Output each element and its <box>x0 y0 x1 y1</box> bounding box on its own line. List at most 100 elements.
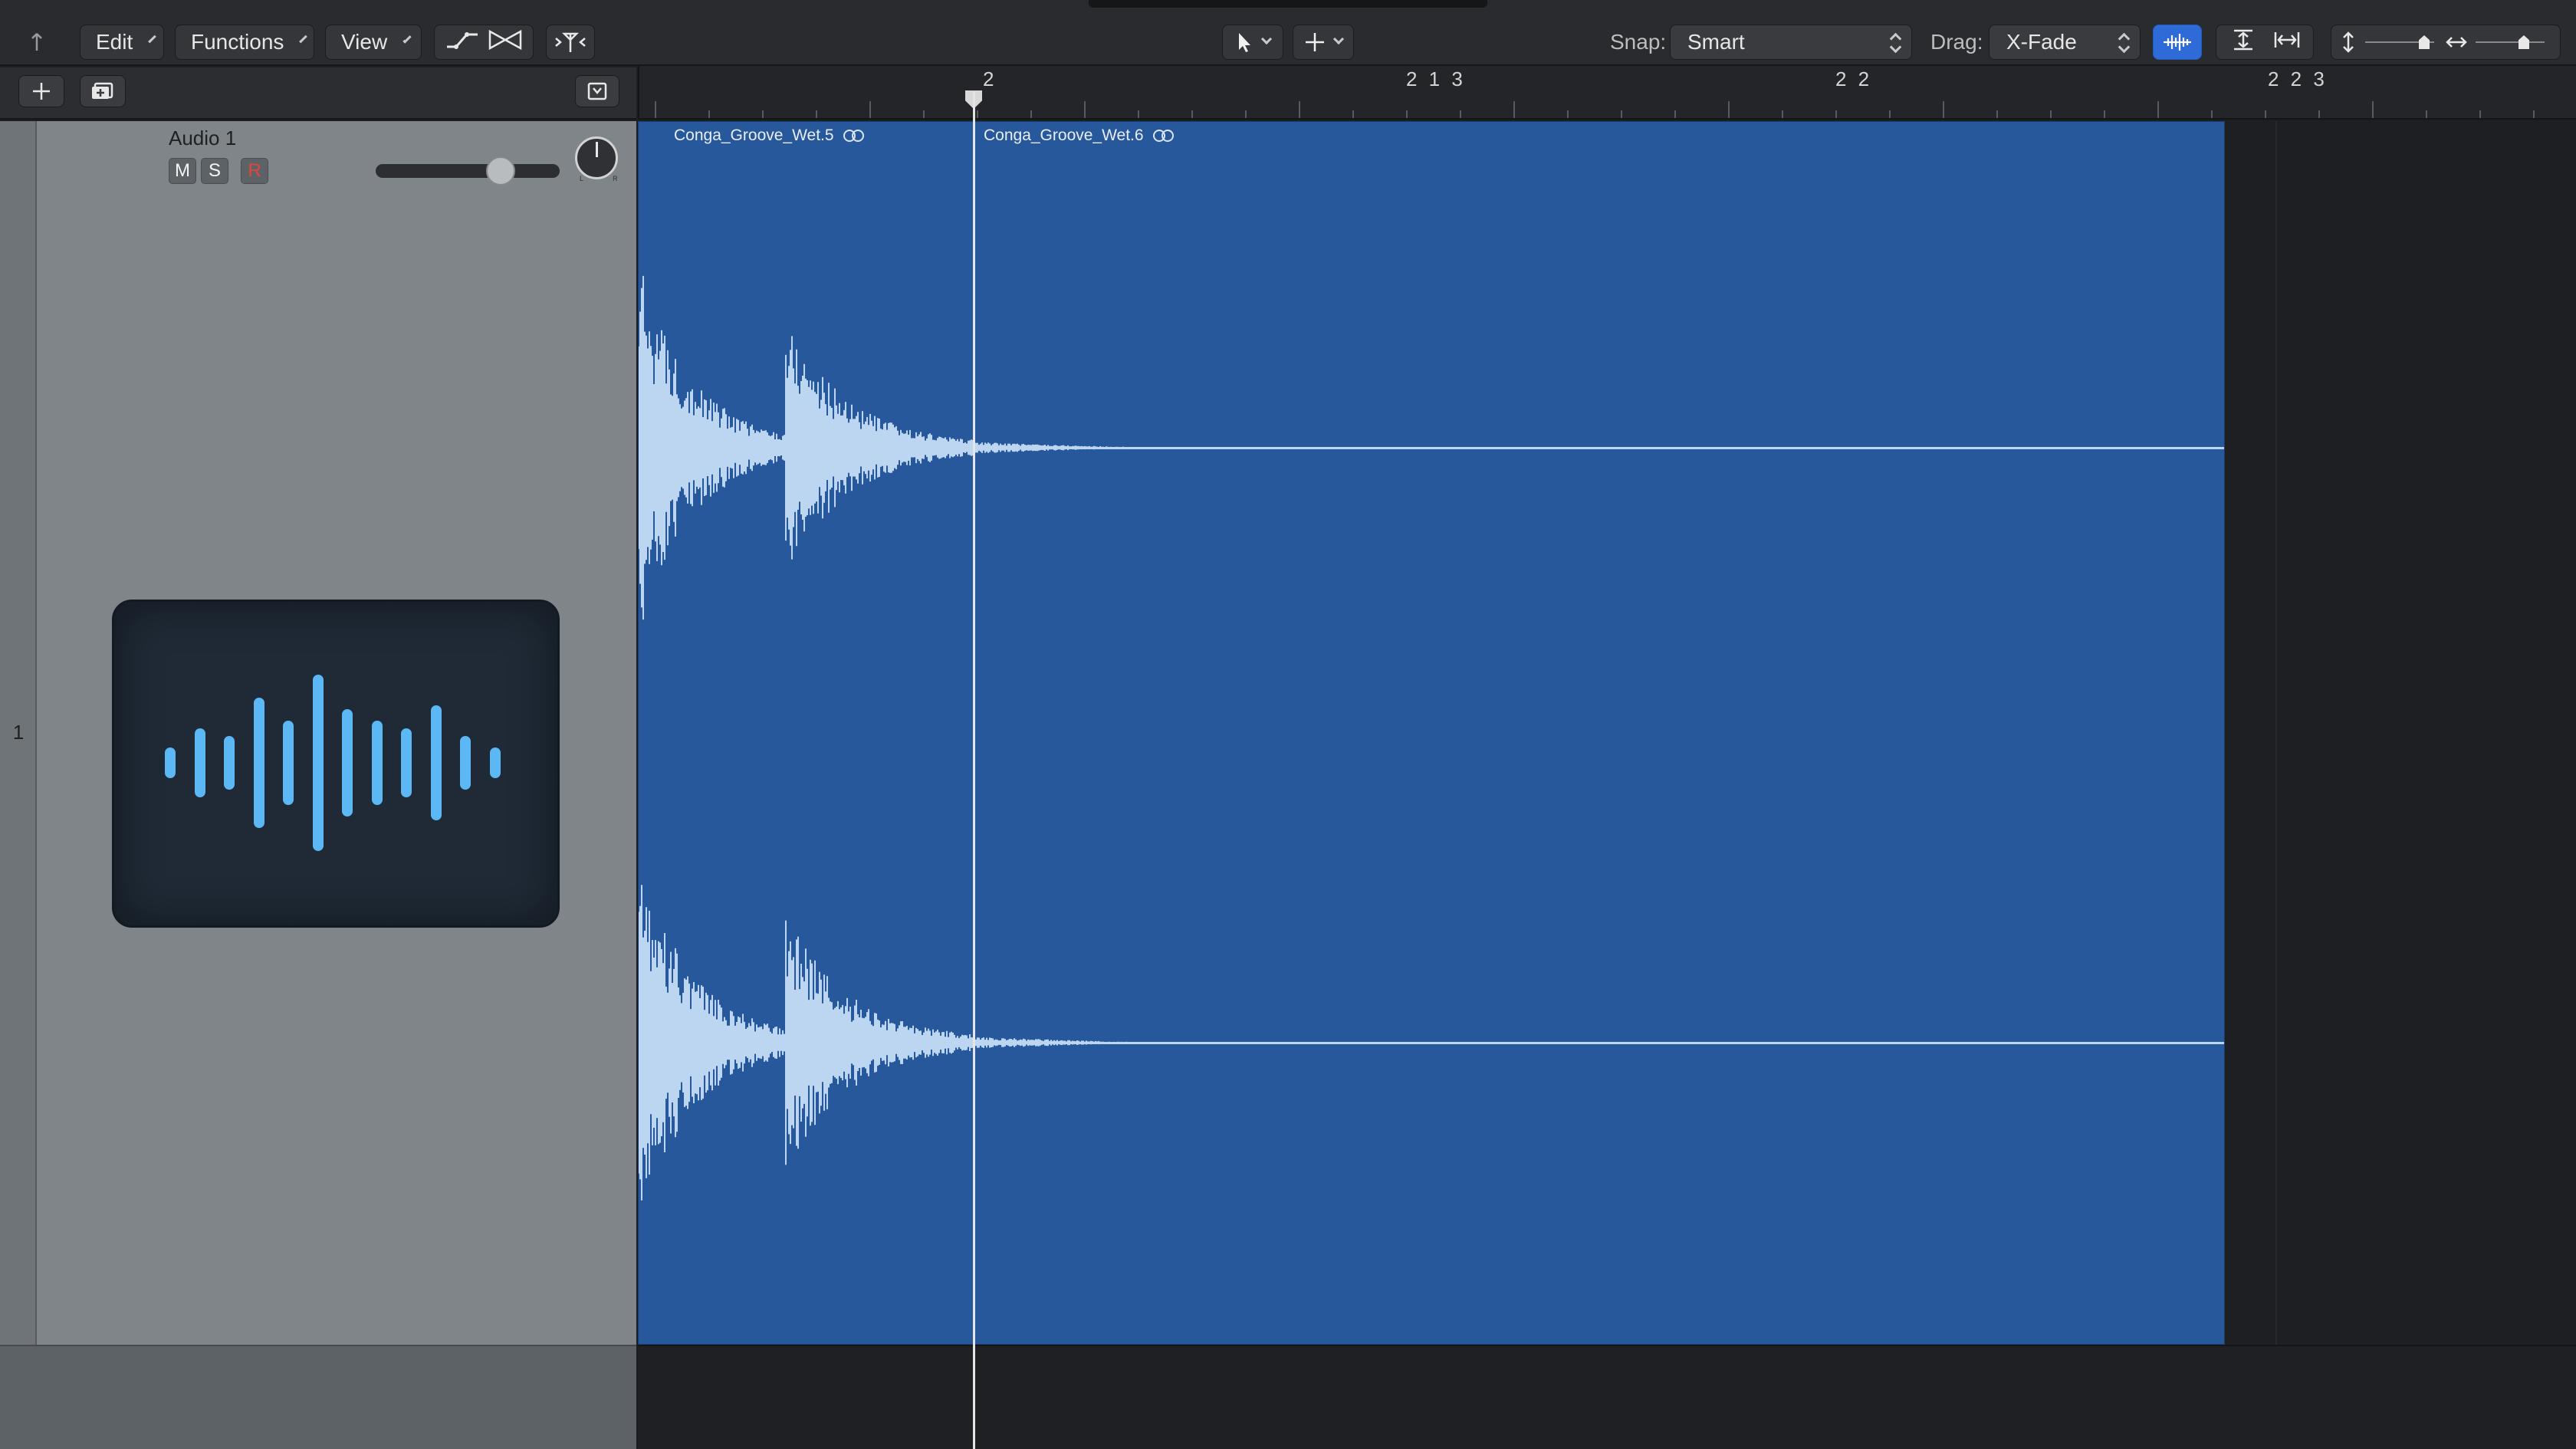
catch-playhead-icon <box>555 32 586 52</box>
pointer-tool-icon <box>1239 33 1250 52</box>
mute-button[interactable]: M <box>169 158 196 184</box>
ruler-tick <box>655 101 656 118</box>
horizontal-zoom-icon <box>2446 37 2467 48</box>
playhead[interactable] <box>973 92 975 1449</box>
track-name[interactable]: Audio 1 <box>169 127 236 150</box>
ruler-tick <box>1299 101 1300 118</box>
ruler-tick <box>816 110 817 118</box>
ruler-tick <box>977 110 978 118</box>
icon-bar <box>312 675 324 851</box>
ruler-tick <box>1191 110 1193 118</box>
ruler-tick <box>2533 110 2535 118</box>
ruler-tick <box>2157 101 2159 118</box>
chevron-down-icon <box>1332 33 1345 45</box>
chevron-down-icon <box>148 34 157 44</box>
ruler-tick <box>869 101 871 118</box>
vertical-zoom-icon <box>2343 31 2354 53</box>
ruler-marker: 2 2 <box>1835 67 1873 90</box>
vertical-zoom-slider[interactable] <box>2365 31 2434 54</box>
ruler-tick <box>1513 101 1515 118</box>
duplicate-track-button[interactable] <box>80 75 126 107</box>
ruler-tick <box>1406 110 1408 118</box>
loop-icon <box>1152 130 1175 142</box>
track-header-empty-area <box>0 1345 636 1449</box>
duplicate-track-icon <box>92 82 113 99</box>
pan-knob[interactable] <box>575 136 618 179</box>
icon-bar <box>371 721 383 805</box>
ruler-tick <box>923 110 925 118</box>
add-track-button[interactable] <box>18 75 64 107</box>
volume-slider-handle[interactable] <box>486 156 516 186</box>
automation-curve-icon[interactable] <box>444 28 481 57</box>
ruler-tick <box>1728 101 1730 118</box>
vertical-zoom-fit-icon[interactable] <box>2229 28 2257 57</box>
view-menu-label: View <box>341 30 388 54</box>
back-arrow-icon[interactable] <box>21 25 61 60</box>
audio-region-1[interactable]: Conga_Groove_Wet.5 <box>638 121 975 1345</box>
ruler-tick <box>1245 110 1247 118</box>
ruler-tick <box>2211 110 2213 118</box>
audio-region-2[interactable]: Conga_Groove_Wet.6 <box>974 121 2225 1345</box>
global-tracks-button[interactable] <box>575 75 619 107</box>
ruler-tick <box>2318 110 2320 118</box>
catch-playhead-button[interactable] <box>546 25 595 60</box>
global-tracks-icon <box>587 82 607 100</box>
ruler-tick <box>2479 110 2481 118</box>
chevron-down-icon <box>299 34 308 44</box>
waveform-zoom-button[interactable] <box>2153 25 2202 60</box>
icon-bar <box>342 709 353 816</box>
functions-menu[interactable]: Functions <box>175 25 314 60</box>
region-waveform-tail <box>974 442 1127 1049</box>
record-enable-button[interactable]: R <box>241 158 268 184</box>
automation-flex-group <box>434 25 534 60</box>
drag-select[interactable]: X-Fade <box>1989 25 2141 60</box>
ruler-tick <box>1084 101 1086 118</box>
zoom-sliders <box>2331 25 2561 60</box>
track-number: 1 <box>12 721 25 744</box>
audio-track-icon[interactable] <box>112 600 560 928</box>
horizontal-zoom-fit-icon[interactable] <box>2273 28 2301 57</box>
icon-bar <box>224 736 235 790</box>
ruler-marker: 2 2 3 <box>2268 67 2328 90</box>
ruler-tick <box>2426 110 2427 118</box>
tracks-empty-area <box>638 1345 2576 1449</box>
icon-bar <box>460 736 471 790</box>
plus-icon <box>33 83 50 100</box>
ruler-tick <box>2265 110 2266 118</box>
ruler-tick <box>1460 110 1461 118</box>
view-menu[interactable]: View <box>325 25 422 60</box>
edit-menu[interactable]: Edit <box>80 25 164 60</box>
zoom-fit-group <box>2216 25 2314 60</box>
icon-bar <box>253 698 264 828</box>
icon-bar <box>430 705 442 820</box>
snap-value: Smart <box>1687 30 1745 54</box>
functions-menu-label: Functions <box>191 30 284 54</box>
ruler-tick <box>1621 110 1622 118</box>
snap-select[interactable]: Smart <box>1670 25 1912 60</box>
ruler-tick <box>1943 101 1944 118</box>
icon-bar <box>401 728 412 797</box>
bar-ruler[interactable]: 2 2 1 3 2 2 2 2 3 <box>638 66 2576 120</box>
edit-menu-label: Edit <box>96 30 133 54</box>
ruler-tick <box>2050 110 2052 118</box>
waveform-path <box>639 885 975 1201</box>
updown-chevron-icon <box>1890 32 1901 54</box>
waveform-channel-right <box>974 1042 2224 1044</box>
region-waveform <box>639 275 975 1201</box>
waveform-path <box>974 442 1127 453</box>
drag-value: X-Fade <box>2006 30 2077 54</box>
pointer-tool-menu[interactable] <box>1222 25 1283 60</box>
volume-slider-track[interactable] <box>376 164 560 178</box>
ruler-marker: 2 1 3 <box>1406 67 1466 90</box>
horizontal-zoom-slider[interactable] <box>2476 31 2545 54</box>
ruler-tick <box>1835 110 1837 118</box>
ruler-tick <box>1889 110 1891 118</box>
ruler-marker: 2 <box>983 67 997 90</box>
ruler-tick <box>1782 110 1783 118</box>
secondary-tool-menu[interactable] <box>1293 25 1354 60</box>
waveform-zoom-icon <box>2164 34 2191 51</box>
ruler-tick <box>1030 110 1032 118</box>
window-tab-strip <box>1089 0 1487 8</box>
solo-button[interactable]: S <box>201 158 228 184</box>
flex-icon[interactable] <box>487 28 524 57</box>
